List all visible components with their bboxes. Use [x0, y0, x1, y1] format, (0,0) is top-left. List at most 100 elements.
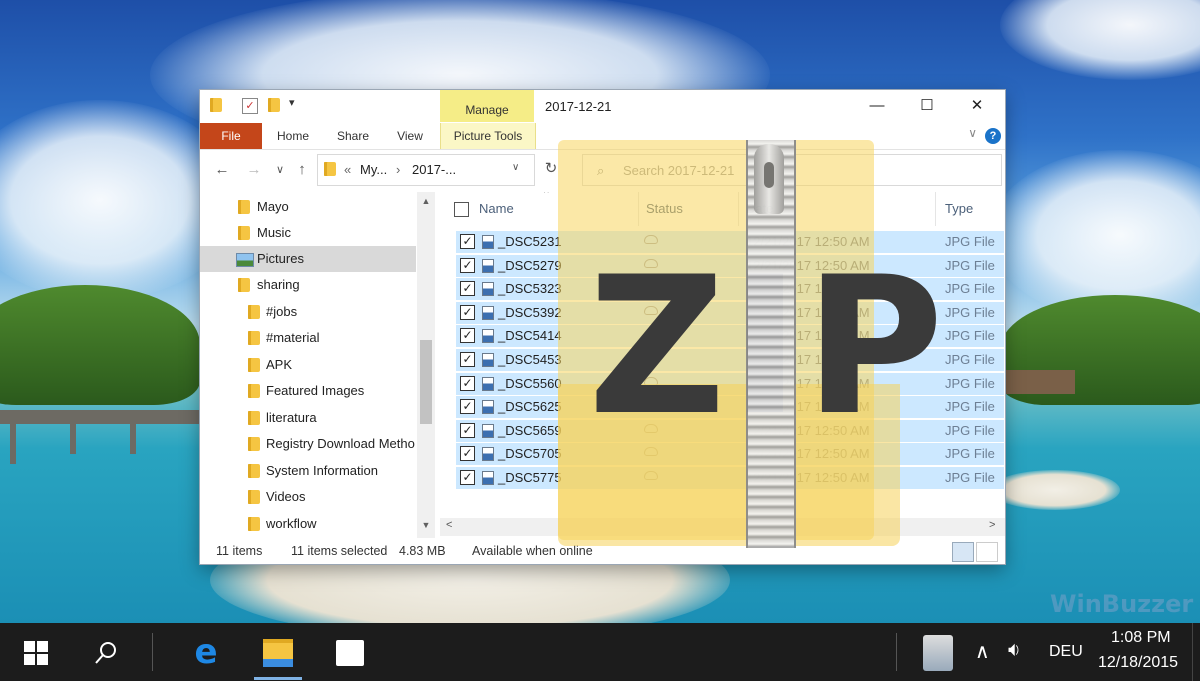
- scroll-left-icon[interactable]: <: [446, 519, 452, 531]
- row-checkbox[interactable]: ✓: [460, 399, 475, 415]
- table-row[interactable]: ✓ _DSC5453 12/21/2017 12:50 AM JPG File: [456, 348, 1004, 371]
- row-checkbox[interactable]: ✓: [460, 375, 475, 391]
- sidebar-item-featured-images[interactable]: Featured Images: [200, 378, 416, 404]
- properties-icon[interactable]: ✓: [242, 98, 258, 114]
- sidebar-item-registry-download[interactable]: Registry Download Metho: [200, 431, 416, 457]
- scroll-down-icon[interactable]: ▼: [417, 520, 435, 530]
- close-button[interactable]: ✕: [952, 90, 1002, 122]
- sidebar-item-mayo[interactable]: Mayo: [200, 194, 416, 220]
- search-box[interactable]: ⌕ Search 2017-12-21: [582, 154, 1002, 186]
- tab-manage[interactable]: Manage: [440, 90, 534, 122]
- clock-date[interactable]: 12/18/2015: [1098, 654, 1178, 672]
- table-row[interactable]: ✓ _DSC5705 12/21/2017 12:50 AM JPG File: [456, 442, 1004, 466]
- up-arrow-icon[interactable]: ↑: [292, 160, 312, 180]
- table-row[interactable]: ✓ _DSC5775 12/21/2017 12:50 AM JPG File: [456, 466, 1004, 489]
- start-button[interactable]: [12, 623, 60, 681]
- scrollbar-thumb[interactable]: [420, 340, 432, 424]
- search-button[interactable]: [82, 623, 130, 681]
- row-checkbox[interactable]: ✓: [460, 304, 475, 320]
- sidebar-item-label: Videos: [266, 489, 306, 504]
- back-arrow-icon[interactable]: ←: [212, 160, 232, 180]
- refresh-icon[interactable]: ↻: [538, 154, 564, 184]
- minimize-button[interactable]: —: [852, 90, 902, 122]
- tab-view[interactable]: View: [386, 123, 434, 149]
- column-header-status[interactable]: Status: [646, 192, 683, 226]
- sidebar-item-system-information[interactable]: System Information: [200, 458, 416, 484]
- recent-locations-icon[interactable]: ∨: [270, 160, 290, 180]
- recycle-bin-button[interactable]: [914, 623, 962, 681]
- volume-icon[interactable]: 🔉︎: [1008, 639, 1021, 662]
- jpg-file-icon: [482, 400, 494, 415]
- table-row[interactable]: ✓ _DSC5414 12/21/2017 12:50 AM JPG File: [456, 324, 1004, 348]
- file-type: JPG File: [945, 257, 995, 273]
- expand-ribbon-icon[interactable]: ∨: [968, 126, 977, 140]
- cloud-icon: [644, 400, 658, 410]
- sidebar-item-videos[interactable]: Videos: [200, 484, 416, 510]
- row-checkbox[interactable]: ✓: [460, 422, 475, 438]
- new-folder-icon[interactable]: [268, 98, 280, 112]
- file-explorer-window: ✓ ▾ Manage 2017-12-21 — ☐ ✕ File Home Sh…: [200, 90, 1005, 564]
- quick-access-dropdown-icon[interactable]: ▾: [289, 96, 303, 110]
- tab-picture-tools[interactable]: Picture Tools: [440, 123, 536, 149]
- row-checkbox[interactable]: ✓: [460, 446, 475, 462]
- row-checkbox[interactable]: ✓: [460, 470, 475, 485]
- table-row[interactable]: ✓ _DSC5625 12/21/2017 12:50 AM JPG File: [456, 395, 1004, 419]
- sidebar-item-sharing[interactable]: sharing: [200, 272, 416, 298]
- row-checkbox[interactable]: ✓: [460, 257, 475, 273]
- sidebar-item-jobs[interactable]: #jobs: [200, 299, 416, 325]
- breadcrumb-item[interactable]: 2017-...: [412, 162, 456, 177]
- sidebar-item-pictures[interactable]: Pictures: [200, 246, 416, 272]
- navigation-pane: Mayo Music Pictures sharing #jobs #mater…: [200, 192, 436, 538]
- sidebar-item-literatura[interactable]: literatura: [200, 405, 416, 431]
- clock-time[interactable]: 1:08 PM: [1111, 629, 1171, 647]
- store-button[interactable]: [326, 623, 374, 681]
- windows-logo-icon: [24, 640, 48, 665]
- show-desktop-button[interactable]: [1192, 623, 1200, 681]
- tab-file[interactable]: File: [200, 123, 262, 149]
- address-bar[interactable]: « My... › 2017-... ∨: [317, 154, 535, 186]
- column-header-name[interactable]: Name: [479, 192, 514, 226]
- column-header-type[interactable]: Type: [945, 192, 973, 226]
- table-row[interactable]: ✓ _DSC5392 12/21/2017 12:50 AM JPG File: [456, 300, 1004, 324]
- row-checkbox[interactable]: ✓: [460, 281, 475, 297]
- file-explorer-taskbar-button[interactable]: [254, 623, 302, 681]
- sidebar-item-apk[interactable]: APK: [200, 352, 416, 378]
- input-language[interactable]: DEU: [1049, 643, 1083, 661]
- table-row[interactable]: ✓ _DSC5659 12/21/2017 12:50 AM JPG File: [456, 418, 1004, 442]
- maximize-button[interactable]: ☐: [902, 90, 952, 122]
- cloud-icon: [644, 423, 658, 433]
- edge-browser-button[interactable]: e: [182, 623, 230, 681]
- folder-icon: [248, 305, 260, 319]
- tab-share[interactable]: Share: [328, 123, 378, 149]
- file-type: JPG File: [945, 304, 995, 320]
- horizontal-scrollbar[interactable]: < >: [440, 518, 1005, 536]
- show-hidden-icons-icon[interactable]: ∧: [975, 639, 990, 664]
- breadcrumb-item[interactable]: My...: [360, 162, 387, 177]
- table-row[interactable]: ✓ _DSC5323 12/21/2017 12:50 AM JPG File: [456, 277, 1004, 301]
- table-row[interactable]: ✓ _DSC5279 12/21/2017 12:50 AM JPG File: [456, 253, 1004, 277]
- sidebar-item-material[interactable]: #material: [200, 325, 416, 351]
- jpg-file-icon: [482, 235, 494, 249]
- select-all-checkbox[interactable]: [454, 202, 469, 217]
- scroll-right-icon[interactable]: >: [989, 519, 995, 531]
- table-row[interactable]: ✓ _DSC5560 12/21/2017 12:50 AM JPG File: [456, 371, 1004, 395]
- row-checkbox[interactable]: ✓: [460, 352, 475, 367]
- sidebar-item-music[interactable]: Music: [200, 220, 416, 246]
- folder-icon: [238, 278, 250, 292]
- details-view-button[interactable]: [952, 542, 974, 562]
- row-checkbox[interactable]: ✓: [460, 328, 475, 344]
- address-dropdown-icon[interactable]: ∨: [512, 162, 519, 173]
- scroll-up-icon[interactable]: ▲: [417, 196, 435, 206]
- breadcrumb-overflow[interactable]: «: [344, 162, 351, 177]
- row-checkbox[interactable]: ✓: [460, 234, 475, 249]
- forward-arrow-icon[interactable]: →: [244, 160, 264, 180]
- sidebar-item-workflow[interactable]: workflow: [200, 511, 416, 537]
- tab-home[interactable]: Home: [268, 123, 318, 149]
- column-header-date[interactable]: Date: [746, 192, 773, 226]
- large-icons-view-button[interactable]: [976, 542, 998, 562]
- help-icon[interactable]: ?: [985, 128, 1001, 144]
- table-row[interactable]: ✓ _DSC5231 12/21/2017 12:50 AM JPG File: [456, 230, 1004, 253]
- store-icon: [336, 639, 364, 666]
- file-name: _DSC5453: [498, 352, 562, 367]
- navigation-scrollbar[interactable]: ▲ ▼: [417, 192, 435, 538]
